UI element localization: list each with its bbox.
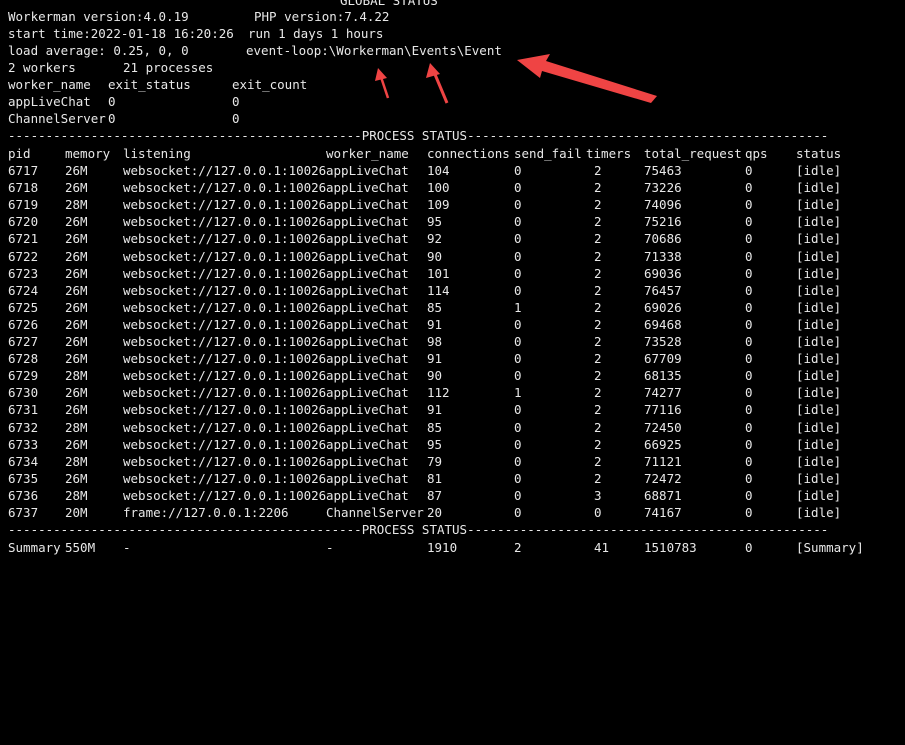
annotation-arrows — [375, 54, 657, 104]
terminal-window: GLOBAL STATUS Workerman version:4.0.19 P… — [0, 0, 905, 560]
red-arrow-icon — [426, 63, 449, 104]
red-arrow-icon — [517, 54, 657, 103]
red-arrow-icon — [375, 68, 390, 99]
